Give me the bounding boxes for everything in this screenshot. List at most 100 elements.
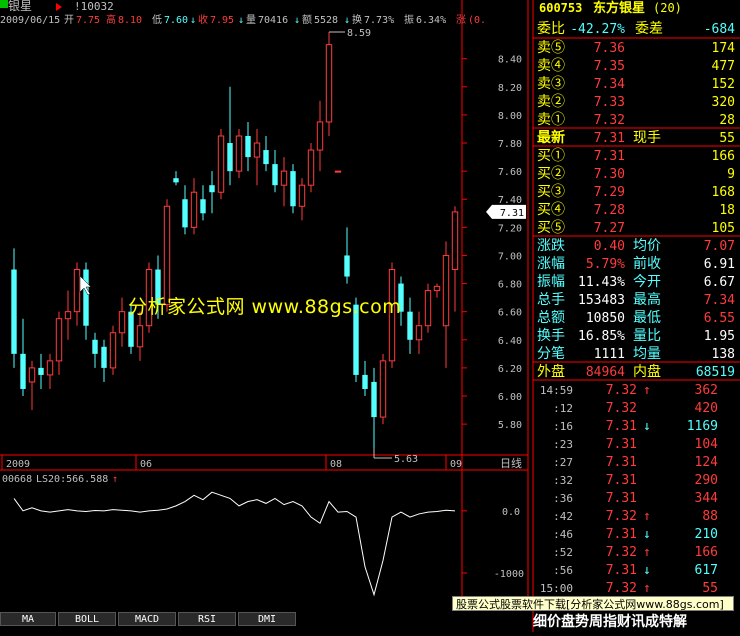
tick-price: 7.32: [606, 545, 637, 560]
last-price-value: 7.31: [594, 131, 625, 146]
buy-level-volume: 168: [712, 185, 735, 200]
candle-body-up: [298, 184, 306, 207]
y-tick-label: 7.20: [498, 223, 522, 234]
stat-label: 总手: [537, 292, 565, 308]
indicator-line: [13, 491, 456, 597]
stat-label: 涨幅: [537, 256, 565, 272]
outer-value: 84964: [586, 365, 625, 380]
stat-value: 153483: [578, 293, 625, 308]
header-stock-name: 银星: [8, 0, 32, 13]
stat-value: 1.95: [704, 329, 735, 344]
period-label: 日线: [500, 456, 522, 470]
buy-level-volume: 18: [719, 203, 735, 218]
stat-label: 均价: [633, 238, 661, 254]
candle-body-up: [442, 254, 450, 327]
header-field-5: 低: [152, 13, 162, 26]
x-tick-label: 06: [140, 459, 152, 470]
indicator-up-arrow: ↑: [112, 474, 118, 485]
header-field-16: ↓: [344, 15, 350, 26]
sell-level-label: 卖⑤: [537, 40, 565, 56]
tick-time: :46: [553, 528, 573, 541]
buy-level-price: 7.31: [594, 149, 625, 164]
download-banner[interactable]: 股票公式股票软件下载[分析家公式网www.88gs.com]: [452, 596, 734, 611]
header-field-22: (0.: [468, 15, 486, 26]
play-icon[interactable]: [56, 3, 62, 11]
candle-body-up: [307, 149, 315, 186]
candle-body-down: [11, 269, 17, 354]
candle-body-up: [415, 325, 423, 341]
sell-level-volume: 174: [712, 41, 736, 56]
x-tick-label: 09: [450, 459, 462, 470]
tick-time: :52: [553, 546, 573, 559]
indicator-zero-label: 0.0: [502, 507, 520, 518]
candle-body-up: [325, 44, 333, 123]
candle-body-down: [209, 185, 215, 193]
candle-body-down: [38, 367, 44, 375]
stock-terminal: 银星 !10032 2009/06/15 开 7.75 高 8.10 低 7.60 ↓ 收 7.95 ↓…: [0, 0, 740, 632]
candle-body-up: [334, 170, 342, 173]
candle-body-down: [101, 346, 107, 368]
stat-value: 7.34: [704, 293, 735, 308]
candle-body-down: [272, 164, 278, 186]
tick-price: 7.31: [606, 419, 637, 434]
candle-body-down: [344, 255, 350, 277]
tab-ma[interactable]: MA: [0, 612, 56, 626]
y-tick-label: 6.20: [498, 364, 522, 375]
quote-code: 600753: [539, 1, 582, 15]
header-field-11: 量: [246, 14, 256, 26]
candle-body-up: [433, 285, 441, 292]
tab-macd[interactable]: MACD: [118, 612, 176, 626]
header-field-1: 开: [64, 15, 74, 26]
candle-body-up: [28, 367, 36, 383]
tick-volume: 55: [702, 581, 718, 596]
tab-boll[interactable]: BOLL: [58, 612, 116, 626]
candle-body-down: [92, 339, 98, 354]
tick-down-arrow-icon: ↓: [643, 563, 651, 578]
candle-body-up: [217, 135, 225, 193]
footer-ticker: 细价盘势周指财讯成特解: [533, 614, 687, 630]
buy-level-price: 7.28: [594, 203, 625, 218]
candle-body-down: [182, 199, 188, 228]
y-tick-label: 6.80: [498, 280, 522, 291]
sell-level-label: 卖④: [537, 58, 565, 74]
candle-body-up: [451, 211, 459, 271]
candle-body-down: [362, 374, 368, 389]
tab-rsi[interactable]: RSI: [178, 612, 236, 626]
buy-level-price: 7.27: [594, 221, 625, 236]
stat-value: 6.91: [704, 257, 735, 272]
buy-level-volume: 166: [712, 149, 735, 164]
indicator-formula: LS20:566.588: [36, 474, 108, 485]
stat-value: 0.40: [594, 239, 625, 254]
sell-level-price: 7.33: [594, 95, 625, 110]
y-tick-label: 7.60: [498, 167, 522, 178]
tab-dmi[interactable]: DMI: [238, 612, 296, 626]
tick-time: :32: [553, 474, 573, 487]
last-price-label: 最新: [537, 129, 565, 146]
quote-suffix: (20): [653, 1, 682, 15]
buy-level-volume: 105: [712, 221, 735, 236]
buy-level-label: 买②: [537, 166, 565, 182]
tick-time: 15:00: [540, 582, 573, 595]
y-tick-label: 8.20: [498, 83, 522, 94]
stat-label: 今开: [633, 274, 661, 290]
sell-level-volume: 320: [712, 95, 735, 110]
indicator-code: 00668: [2, 474, 32, 485]
header-field-8: 收: [198, 13, 208, 26]
tick-volume: 166: [695, 545, 718, 560]
tick-volume: 344: [695, 491, 719, 506]
app-icon: [0, 0, 8, 8]
header-field-0: 2009/06/15: [0, 15, 60, 26]
tick-up-arrow-icon: ↑: [643, 383, 651, 398]
candle-body-up: [190, 191, 198, 228]
stat-value: 6.67: [704, 275, 735, 290]
tick-price: 7.32: [606, 581, 637, 596]
candle-body-up: [118, 311, 126, 334]
stat-value: 1111: [594, 347, 625, 362]
candle-body-up: [235, 135, 243, 172]
tick-volume: 88: [702, 509, 718, 524]
candle-body-down: [245, 136, 251, 158]
candle-body-down: [371, 381, 377, 418]
tick-time: :23: [553, 438, 573, 451]
stat-value: 10850: [586, 311, 625, 326]
candle-body-up: [163, 205, 171, 306]
